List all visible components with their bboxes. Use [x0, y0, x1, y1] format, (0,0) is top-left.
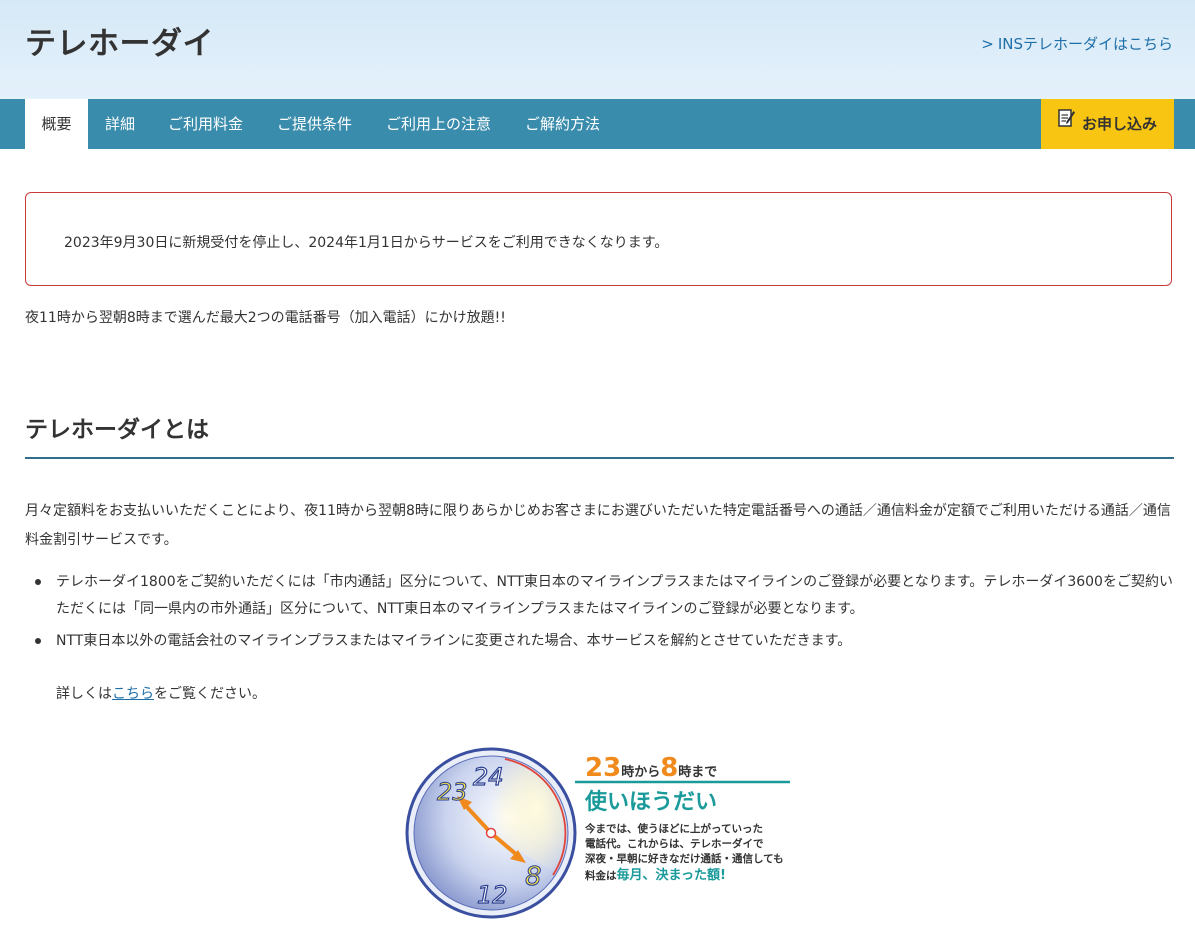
section-title: テレホーダイとは: [25, 417, 209, 443]
clock-number-8: 8: [525, 862, 542, 892]
site-header: テレホーダイ > INSテレホーダイはこちら: [0, 0, 1195, 99]
promo-body-line: 深夜・早朝に好きなだけ通話・通信しても: [585, 852, 784, 865]
promo-body-line: 今までは、使うほどに上がっていった: [584, 822, 763, 835]
page-title: テレホーダイ: [25, 26, 214, 62]
tab-overview[interactable]: 概要: [25, 99, 88, 149]
ins-telehodai-link[interactable]: > INSテレホーダイはこちら: [981, 33, 1173, 54]
tab-cancellation[interactable]: ご解約方法: [525, 99, 600, 149]
section-description: 月々定額料をお支払いいただくことにより、夜11時から翌朝8時に限りあらかじめお客…: [25, 503, 1171, 548]
tab-conditions[interactable]: ご提供条件: [277, 99, 352, 149]
headline-from: 時から: [621, 764, 660, 780]
last-line-prefix: 料金は: [585, 869, 617, 882]
apply-label: お申し込み: [1081, 115, 1157, 133]
promo-banner: 23 24 8 12 23時から8時まで 使いほうだい 今までは、使うほどに上が…: [405, 745, 795, 923]
promo-last-line: 料金は毎月、決まった額!: [585, 867, 726, 883]
detail-suffix: をご覧ください。: [154, 686, 266, 702]
main-nav: 概要 詳細 ご利用料金 ご提供条件 ご利用上の注意 ご解約方法: [0, 99, 1195, 149]
promo-graphic: 23 24 8 12 23時から8時まで 使いほうだい 今までは、使うほどに上が…: [405, 747, 790, 919]
tab-usage-notes[interactable]: ご利用上の注意: [386, 99, 491, 149]
detail-prefix: 詳しくは: [56, 686, 112, 702]
notice-box: 2023年9月30日に新規受付を停止し、2024年1月1日からサービスをご利用で…: [25, 192, 1172, 286]
promo-headline: 23時から8時まで: [585, 753, 717, 783]
lead-text: 夜11時から翌朝8時まで選んだ最大2つの電話番号（加入電話）にかけ放題!!: [25, 310, 506, 326]
headline-until: 時まで: [678, 764, 717, 780]
notes-list: テレホーダイ1800をご契約いただくには「市内通話」区分について、NTT東日本の…: [25, 569, 1175, 660]
bullet-dot: [35, 579, 41, 585]
notice-text: 2023年9月30日に新規受付を停止し、2024年1月1日からサービスをご利用で…: [64, 235, 669, 251]
tab-details[interactable]: 詳細: [105, 99, 135, 149]
last-line-emphasis: 毎月、決まった額!: [617, 867, 726, 883]
ins-link-label: INSテレホーダイはこちら: [997, 35, 1173, 53]
headline-end: 8: [660, 753, 678, 783]
pen-paper-icon: [1058, 98, 1076, 148]
detail-link[interactable]: こちら: [112, 686, 154, 702]
promo-body-line: 電話代。これからは、テレホーダイで: [585, 837, 764, 850]
chevron-right-icon: >: [981, 35, 994, 53]
bullet-dot: [35, 638, 41, 644]
clock-number-23: 23: [437, 778, 468, 806]
apply-button[interactable]: お申し込み: [1041, 99, 1174, 149]
promo-slogan: 使いほうだい: [584, 790, 717, 815]
headline-start: 23: [585, 753, 621, 783]
list-item-text: NTT東日本以外の電話会社のマイラインプラスまたはマイラインに変更された場合、本…: [56, 633, 852, 649]
clock-number-12: 12: [477, 881, 508, 909]
list-item: テレホーダイ1800をご契約いただくには「市内通話」区分について、NTT東日本の…: [25, 569, 1175, 623]
list-item: NTT東日本以外の電話会社のマイラインプラスまたはマイラインに変更された場合、本…: [25, 628, 1175, 655]
list-item-text: テレホーダイ1800をご契約いただくには「市内通話」区分について、NTT東日本の…: [56, 574, 1173, 617]
section-divider: [25, 457, 1174, 459]
clock-number-24: 24: [473, 763, 504, 791]
clock-center: [485, 827, 497, 839]
tab-pricing[interactable]: ご利用料金: [168, 99, 243, 149]
detail-line: 詳しくはこちらをご覧ください。: [56, 683, 266, 703]
